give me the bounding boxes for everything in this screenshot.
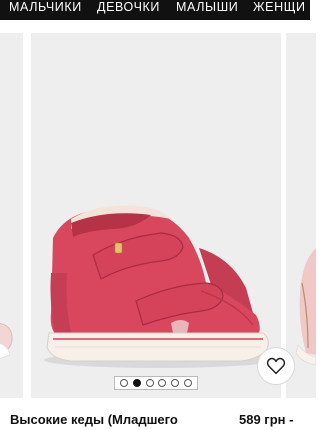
category-nav: МАЛЬЧИКИ ДЕВОЧКИ МАЛЫШИ ЖЕНЩИ	[0, 0, 310, 20]
shoe-image-previous	[0, 322, 13, 359]
product-info: Высокие кеды (Младшего 589 грн -	[0, 408, 310, 430]
pagination-dot[interactable]	[183, 379, 192, 387]
add-to-favorites-button[interactable]	[257, 347, 295, 385]
pagination-dot[interactable]	[170, 379, 179, 387]
pagination-dot[interactable]	[145, 379, 154, 387]
nav-item-women[interactable]: ЖЕНЩИ	[253, 0, 306, 20]
carousel-slide-next[interactable]	[286, 33, 316, 398]
pagination-dot[interactable]	[120, 379, 129, 387]
pagination-dot-active[interactable]	[132, 379, 141, 387]
carousel-slide-previous[interactable]	[0, 33, 23, 398]
pink-high-top-sneaker-image	[44, 205, 274, 368]
carousel-pagination	[114, 376, 198, 390]
shoe-image-next	[295, 248, 316, 366]
nav-item-babies[interactable]: МАЛЫШИ	[176, 0, 238, 20]
product-title[interactable]: Высокие кеды (Младшего	[10, 412, 178, 427]
heart-outline-icon	[266, 357, 286, 375]
pagination-dot[interactable]	[158, 379, 167, 387]
nav-item-boys[interactable]: МАЛЬЧИКИ	[9, 0, 82, 20]
product-price: 589 грн -	[239, 412, 294, 427]
carousel-slide-main[interactable]	[31, 33, 281, 398]
product-image-carousel[interactable]	[0, 33, 316, 398]
nav-item-girls[interactable]: ДЕВОЧКИ	[97, 0, 160, 20]
